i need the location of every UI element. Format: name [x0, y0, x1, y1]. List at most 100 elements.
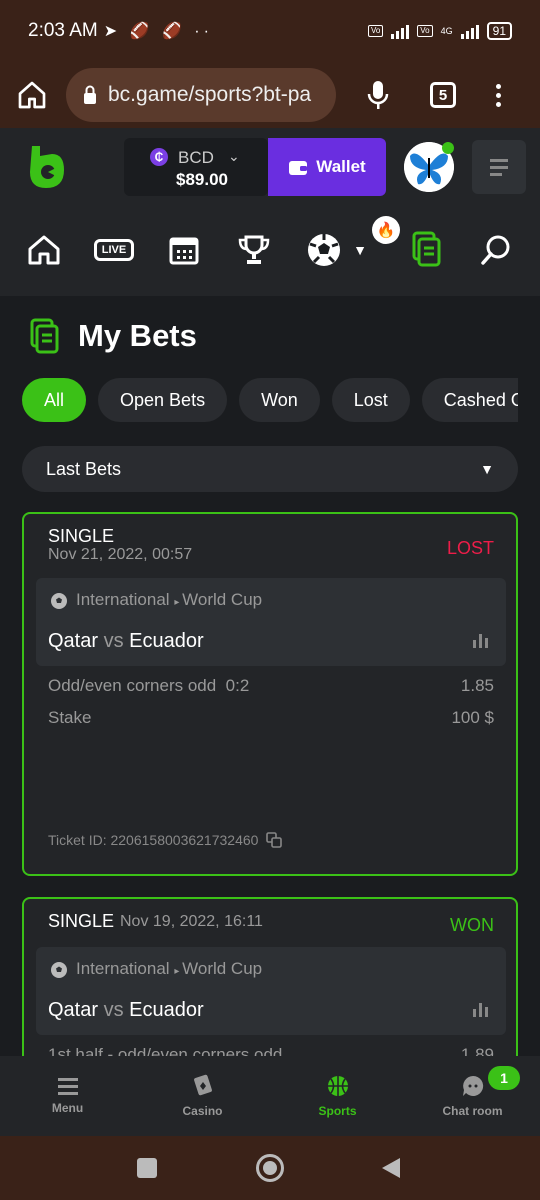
stake-label: Stake [48, 708, 92, 727]
recent-apps-icon[interactable] [137, 1158, 157, 1178]
wallet-button[interactable]: Wallet [268, 138, 386, 196]
stake-row: Stake 100 $ [48, 708, 494, 728]
tournament-name: World Cup [182, 959, 263, 978]
bet-type: SINGLE [48, 526, 115, 546]
home-team: Qatar [48, 630, 99, 652]
bet-date: Nov 19, 2022, 16:11 [120, 913, 263, 930]
lock-icon [82, 85, 98, 105]
soccer-ball-icon [50, 592, 68, 610]
trophy-icon[interactable] [234, 230, 274, 270]
menu-lines-icon [490, 158, 508, 176]
league-breadcrumb: International ▸ World Cup [76, 959, 262, 979]
bet-status: WON [450, 915, 494, 935]
bet-date: Nov 21, 2022, 00:57 [48, 546, 193, 563]
league-name: International [76, 959, 170, 978]
status-right-icons: Vo Vo 4G 91 [367, 22, 512, 40]
match-box[interactable]: International ▸ World Cup Qatar vs Ecuad… [36, 578, 506, 666]
microphone-icon[interactable] [366, 79, 390, 111]
search-icon[interactable] [476, 230, 516, 270]
ticket-row: Ticket ID: 2206158003621732460 [48, 832, 283, 848]
away-team: Ecuador [129, 630, 204, 652]
tabs-button[interactable]: 5 [430, 82, 456, 108]
chat-bubble-icon [461, 1074, 485, 1098]
chat-unread-badge: 1 [488, 1066, 520, 1090]
bottom-nav-casino[interactable]: Casino [135, 1056, 270, 1136]
bet-status: LOST [446, 538, 494, 558]
caret-down-icon: ▼ [480, 461, 494, 477]
home-icon[interactable] [16, 79, 48, 111]
signal-icon-2 [460, 23, 479, 39]
network-type: 4G [440, 26, 453, 36]
breadcrumb-separator: ▸ [174, 597, 183, 608]
filter-won[interactable]: Won [239, 378, 320, 422]
more-options-icon[interactable] [496, 83, 501, 107]
chevron-down-icon: ⌄ [228, 148, 240, 164]
stats-icon[interactable] [473, 1003, 488, 1017]
fire-icon: 🔥 [372, 216, 400, 244]
vs-label: vs [103, 999, 124, 1021]
bets-period-dropdown[interactable]: Last Bets ▼ [22, 446, 518, 492]
chat-label: Chat room [442, 1104, 503, 1118]
away-team: Ecuador [129, 999, 204, 1021]
menu-icon [57, 1077, 78, 1095]
selection-name: Odd/even corners odd 0:2 [48, 676, 250, 695]
balance-amount: $89.00 [176, 170, 228, 189]
status-time: 2:03 AM [28, 20, 98, 41]
bottom-nav-menu[interactable]: Menu [0, 1056, 135, 1136]
my-bets-nav-icon[interactable] [406, 230, 446, 270]
stats-icon[interactable] [473, 634, 488, 648]
ticket-id: Ticket ID: 2206158003621732460 [48, 832, 259, 848]
wallet-label: Wallet [316, 157, 366, 176]
home-button-icon[interactable] [256, 1154, 284, 1182]
bcd-coin-icon: ₵ [150, 148, 168, 166]
volte-icon-2: Vo [417, 25, 433, 37]
url-bar[interactable]: bc.game/sports?bt-pa [66, 68, 336, 122]
filter-all[interactable]: All [22, 378, 87, 422]
filter-lost[interactable]: Lost [331, 378, 410, 422]
league-name: International [76, 590, 170, 609]
url-text: bc.game/sports?bt-pa [108, 83, 312, 106]
home-team: Qatar [48, 999, 99, 1021]
soccer-ball-icon[interactable] [304, 230, 344, 270]
notification-icons: ➤ 🏈 🏈 ·· [103, 23, 213, 40]
android-navigation-bar [0, 1136, 540, 1200]
sports-label: Sports [318, 1104, 357, 1118]
filter-cashed-out[interactable]: Cashed Out [421, 378, 518, 422]
side-menu-button[interactable] [472, 140, 526, 194]
browser-toolbar: bc.game/sports?bt-pa 5 [0, 62, 540, 128]
vs-label: vs [103, 630, 124, 652]
bottom-nav-sports[interactable]: Sports [270, 1056, 405, 1136]
casino-cards-icon [191, 1074, 215, 1098]
battery-icon: 91 [486, 22, 512, 40]
status-bar: 2:03 AM ➤ 🏈 🏈 ·· Vo Vo 4G 91 [0, 0, 540, 62]
bottom-nav: Menu Casino Sports Chat room 1 [0, 1056, 540, 1136]
calendar-icon[interactable] [164, 230, 204, 270]
wallet-icon [288, 158, 308, 176]
copy-icon[interactable] [266, 832, 283, 848]
balance-selector[interactable]: ₵ BCD ⌄ $89.00 [124, 138, 268, 196]
sports-nav: LIVE ▼ [0, 208, 540, 296]
dropdown-value: Last Bets [46, 458, 122, 479]
bet-type: SINGLE [48, 911, 115, 931]
bet-card[interactable]: SINGLE Nov 21, 2022, 00:57 LOST Internat… [22, 512, 518, 876]
bottom-nav-chat[interactable]: Chat room 1 [405, 1056, 540, 1136]
bet-filter-tabs: All Open Bets Won Lost Cashed Out [22, 378, 518, 424]
match-teams: Qatar vs Ecuador [48, 999, 204, 1022]
signal-icon [391, 23, 410, 39]
breadcrumb-separator: ▸ [174, 966, 183, 977]
match-box[interactable]: International ▸ World Cup Qatar vs Ecuad… [36, 947, 506, 1035]
home-nav-icon[interactable] [24, 230, 64, 270]
bc-game-logo[interactable] [26, 144, 66, 190]
soccer-ball-icon [50, 961, 68, 979]
online-status-dot [442, 142, 454, 154]
casino-label: Casino [182, 1104, 223, 1118]
caret-down-icon[interactable]: ▼ [350, 230, 370, 270]
page-title: My Bets [78, 318, 197, 353]
currency-label: BCD [178, 148, 214, 167]
my-bets-icon [26, 318, 62, 361]
filter-open-bets[interactable]: Open Bets [98, 378, 228, 422]
selection-row: Odd/even corners odd 0:2 1.85 [48, 676, 494, 696]
live-icon[interactable]: LIVE [92, 230, 136, 270]
back-icon[interactable] [380, 1156, 402, 1180]
basketball-icon [326, 1074, 350, 1098]
